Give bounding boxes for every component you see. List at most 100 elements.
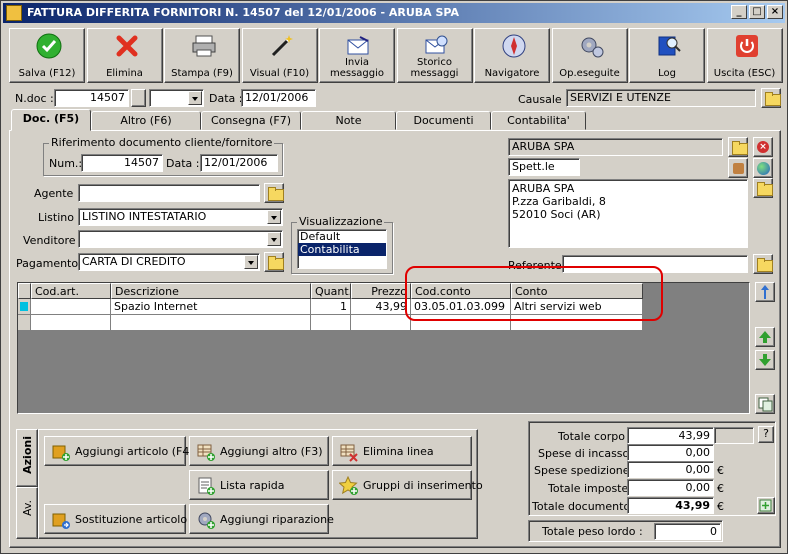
aggiungi-riparazione-button[interactable]: Aggiungi riparazione (189, 504, 334, 534)
visualizzazione-option[interactable]: Default (298, 230, 386, 243)
totale-imposte-label: Totale imposte : (548, 482, 636, 495)
aggiungi-riparazione-label: Aggiungi riparazione (220, 513, 334, 526)
chevron-down-icon[interactable] (267, 232, 281, 246)
grid-cell-prezzo[interactable]: 43,99 (351, 299, 411, 315)
grid-cell-empty[interactable] (111, 315, 311, 331)
move-up-button[interactable] (755, 282, 775, 302)
aggiungi-altro-button[interactable]: Aggiungi altro (F3) (189, 436, 329, 466)
grid-header-prezzo[interactable]: Prezzo (351, 283, 411, 299)
rif-num-input[interactable]: 14507 (81, 154, 163, 172)
grid-row-header-corner (18, 283, 31, 299)
listino-select[interactable]: LISTINO INTESTATARIO (78, 208, 283, 226)
visualizzazione-list[interactable]: Default Contabilita (297, 229, 387, 269)
add-item-icon (52, 445, 70, 461)
visualizzazione-option-selected[interactable]: Contabilita (298, 243, 386, 256)
grid-header-codart[interactable]: Cod.art. (31, 283, 111, 299)
aggiungi-articolo-button[interactable]: Aggiungi articolo (F4) (44, 436, 194, 466)
op-eseguite-button[interactable]: Op.eseguite (551, 28, 628, 83)
pagamento-folder-icon[interactable] (264, 252, 284, 272)
grid-header-quant[interactable]: Quant. (311, 283, 351, 299)
spese-incasso-field[interactable]: 0,00 (627, 444, 714, 461)
peso-field[interactable]: 0 (654, 523, 721, 540)
data-input[interactable]: 12/01/2006 (241, 89, 316, 107)
gruppi-inserimento-label: Gruppi di inserimento (363, 479, 483, 492)
tab-av[interactable]: Av. (16, 487, 38, 539)
close-button[interactable]: × (767, 5, 783, 19)
grid-row-selector[interactable] (18, 315, 31, 331)
tab-contabilita[interactable]: Contabilita' (491, 111, 586, 130)
currency-symbol: € (717, 500, 724, 513)
sostituzione-articolo-button[interactable]: Sostituzione articolo (44, 504, 187, 534)
invia-messaggio-button[interactable]: Invia messaggio (319, 28, 395, 83)
help-button[interactable]: ? (758, 426, 774, 443)
riferimento-legend: Riferimento documento cliente/fornitore (49, 136, 275, 149)
log-label: Log (658, 68, 676, 79)
app-icon (6, 5, 22, 21)
ndoc-input[interactable]: 14507 (54, 89, 129, 107)
causale-field[interactable]: SERVIZI E UTENZE (566, 89, 756, 107)
minimize-button[interactable]: _ (731, 5, 747, 19)
chevron-down-icon[interactable] (267, 210, 281, 224)
lista-rapida-button[interactable]: Lista rapida (189, 470, 329, 500)
ndoc-label: N.doc : (15, 92, 54, 105)
copy-row-button[interactable] (755, 394, 775, 414)
venditore-select[interactable] (78, 230, 283, 248)
grid-cell-codart[interactable] (31, 299, 111, 315)
elimina-linea-button[interactable]: Elimina linea (332, 436, 472, 466)
title-bar[interactable]: FATTURA DIFFERITA FORNITORI N. 14507 del… (3, 3, 785, 23)
ndoc-series-select[interactable] (149, 89, 204, 107)
totale-corpo-extra[interactable] (714, 427, 754, 444)
agente-input[interactable] (78, 184, 260, 202)
grid-cell-empty[interactable] (351, 315, 411, 331)
tab-doc[interactable]: Doc. (F5) (11, 109, 91, 131)
contact-card-button[interactable] (728, 158, 748, 178)
elimina-button[interactable]: Elimina (86, 28, 163, 83)
listino-label: Listino : (38, 211, 82, 224)
tab-altro[interactable]: Altro (F6) (91, 111, 201, 130)
tab-consegna[interactable]: Consegna (F7) (201, 111, 301, 130)
salutation-field[interactable]: Spett.le (508, 158, 580, 176)
agente-folder-icon[interactable] (264, 183, 284, 203)
grid-cell-descrizione[interactable]: Spazio Internet (111, 299, 311, 315)
tab-azioni[interactable]: Azioni (16, 429, 38, 487)
lista-rapida-label: Lista rapida (220, 479, 285, 492)
spese-incasso-label: Spese di incasso : (538, 447, 637, 460)
globe-button[interactable] (753, 158, 773, 178)
row-down-button[interactable] (755, 350, 775, 370)
uscita-button[interactable]: Uscita (ESC) (706, 28, 783, 83)
quick-list-icon (198, 477, 215, 495)
calc-button[interactable] (757, 497, 775, 514)
grid-cell-quant[interactable]: 1 (311, 299, 351, 315)
chevron-down-icon[interactable] (244, 255, 258, 269)
grid-row-selector[interactable] (18, 299, 31, 315)
salva-button[interactable]: Salva (F12) (9, 28, 85, 83)
spese-spedizione-field[interactable]: 0,00 (627, 461, 714, 478)
supplier-name-field[interactable]: ARUBA SPA (508, 138, 723, 156)
supplier-delete-button[interactable]: × (753, 137, 773, 157)
stampa-label: Stampa (F9) (171, 68, 233, 79)
referente-folder-icon[interactable] (753, 254, 773, 274)
grid-header-descrizione[interactable]: Descrizione (111, 283, 311, 299)
supplier-folder-icon[interactable] (728, 137, 748, 157)
totale-imposte-field[interactable]: 0,00 (627, 479, 714, 496)
totale-documento-field[interactable]: 43,99 (627, 497, 714, 514)
row-up-button[interactable] (755, 327, 775, 347)
totale-corpo-field[interactable]: 43,99 (627, 427, 714, 444)
log-button[interactable]: Log (629, 28, 705, 83)
address-folder-icon[interactable] (753, 178, 773, 198)
stampa-button[interactable]: Stampa (F9) (164, 28, 240, 83)
ndoc-lookup-button[interactable] (131, 89, 146, 107)
rif-data-input[interactable]: 12/01/2006 (200, 154, 278, 172)
tab-documenti[interactable]: Documenti (396, 111, 491, 130)
causale-folder-icon[interactable] (761, 88, 781, 108)
navigatore-button[interactable]: Navigatore (474, 28, 550, 83)
grid-cell-empty[interactable] (311, 315, 351, 331)
pagamento-select[interactable]: CARTA DI CREDITO (78, 253, 260, 271)
gruppi-inserimento-button[interactable]: Gruppi di inserimento (332, 470, 483, 500)
maximize-button[interactable]: □ (749, 5, 765, 19)
tab-note[interactable]: Note (301, 111, 396, 130)
grid-cell-empty[interactable] (31, 315, 111, 331)
visual-button[interactable]: Visual (F10) (241, 28, 318, 83)
supplier-address-box[interactable]: ARUBA SPA P.zza Garibaldi, 8 52010 Soci … (508, 179, 748, 248)
storico-messaggi-button[interactable]: Storico messaggi (396, 28, 473, 83)
